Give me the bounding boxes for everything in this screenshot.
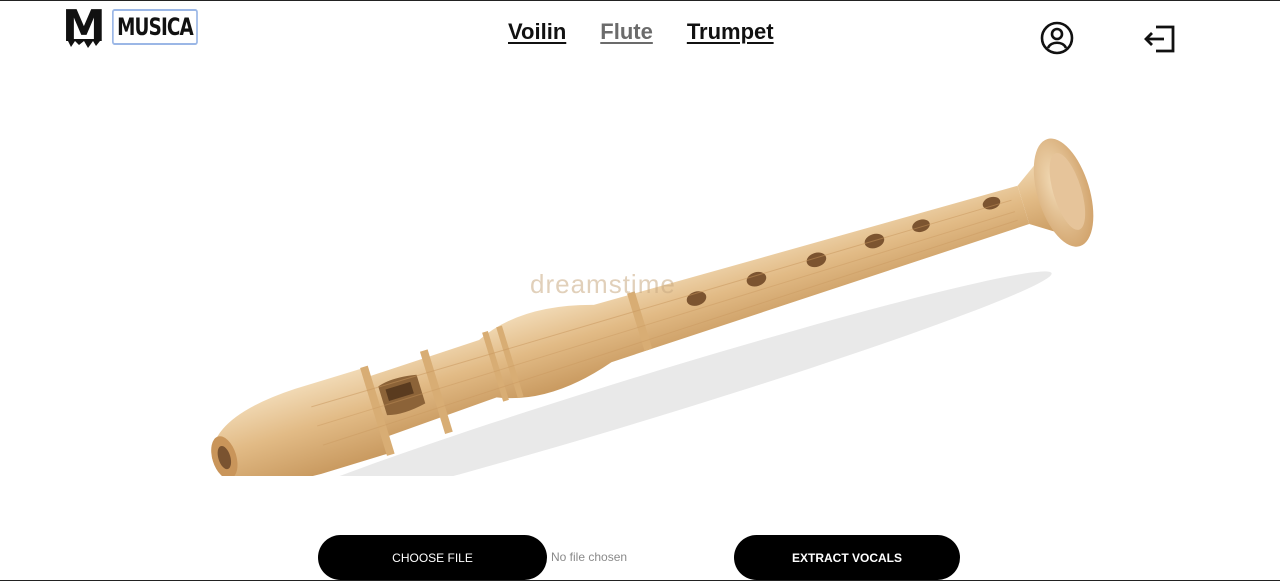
file-status-text: No file chosen	[551, 550, 628, 564]
app-frame: M MUSICA Voilin Flute Trumpet dreamstime…	[0, 0, 1280, 581]
logo-mark: M	[62, 1, 106, 52]
user-circle-icon	[1040, 21, 1074, 55]
nav-item-trumpet[interactable]: Trumpet	[687, 19, 774, 45]
choose-file-button[interactable]: CHOOSE FILE	[318, 535, 547, 580]
main-nav: Voilin Flute Trumpet	[508, 19, 774, 45]
nav-item-voilin[interactable]: Voilin	[508, 19, 566, 45]
logout-button[interactable]	[1143, 23, 1177, 60]
nav-item-flute[interactable]: Flute	[600, 19, 653, 45]
logout-icon	[1144, 25, 1175, 53]
extract-vocals-button[interactable]: EXTRACT VOCALS	[734, 535, 960, 580]
logo-drip-icon	[66, 39, 100, 48]
brand-logo[interactable]: M MUSICA	[62, 1, 213, 52]
logo-wordmark: MUSICA	[112, 9, 198, 45]
account-button[interactable]	[1040, 21, 1074, 60]
watermark-text: dreamstime	[530, 269, 676, 299]
